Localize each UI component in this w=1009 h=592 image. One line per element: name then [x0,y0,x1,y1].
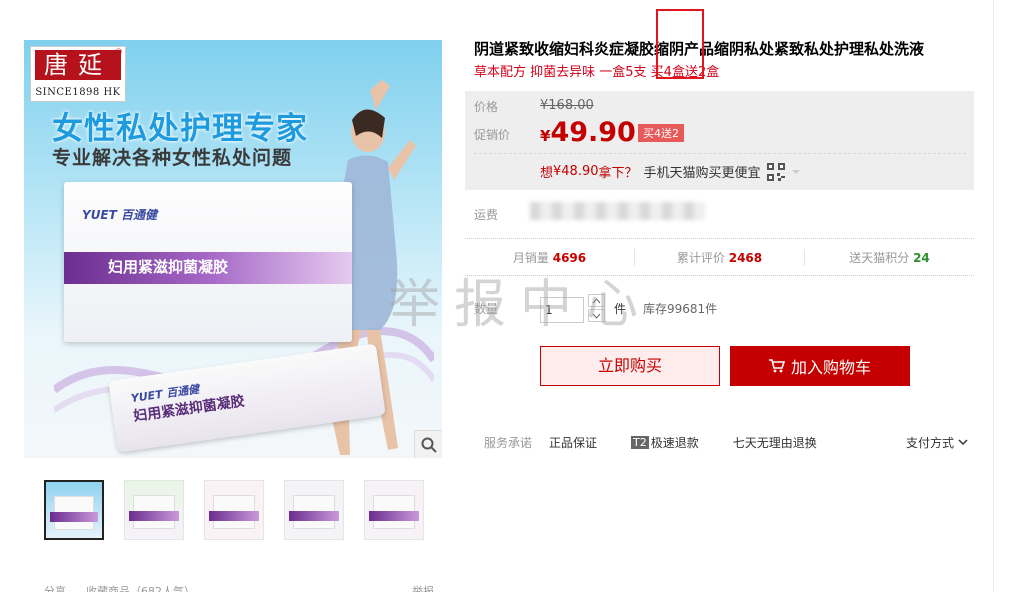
report-link[interactable]: 举报 [412,583,434,592]
box-brand-text: YUET 百通健 [82,208,157,222]
thumbnail-list [44,480,424,540]
price-divider [474,153,966,154]
share-link[interactable]: 分享 [44,583,66,592]
search-icon [421,437,437,453]
payment-methods-dropdown[interactable]: 支付方式 [906,434,968,451]
service-item-fast-refund[interactable]: T2 极速退款 [631,434,699,451]
page-edge-divider [993,0,994,592]
image-footer-links: 分享 收藏商品（682人气） 举报 [44,583,434,592]
shipping-label: 运费 [474,208,499,222]
box-title-text: 妇用紧滋抑菌凝胶 [108,258,229,276]
orig-price-label: 价格 [474,100,499,114]
thumbnail-5[interactable] [364,480,424,540]
add-to-cart-label: 加入购物车 [790,358,871,377]
red-annotation-box [656,9,704,79]
service-item-return[interactable]: 七天无理由退换 [733,434,817,451]
thumbnail-2[interactable] [124,480,184,540]
cart-icon [768,359,785,373]
app-promo-text: 手机天猫购买更便宜 [643,166,761,181]
currency-symbol: ¥ [540,127,551,145]
thumbnail-band [129,511,179,521]
app-promo[interactable]: 想 ¥48.90 拿下？ 手机天猫购买更便宜 [540,162,801,181]
app-promo-price: ¥48.90 [553,164,599,179]
promo-tag: 买4送2 [638,124,684,142]
tmall-points-value: 24 [913,250,930,265]
total-reviews[interactable]: 累计评价 2468 [635,248,805,266]
chevron-down-icon [958,439,968,446]
product-title: 阴道紧致收缩妇科炎症凝胶缩阴产品缩阴私处紧致私处护理私处洗液 [474,40,925,58]
original-price: ¥168.00 [540,98,594,113]
service-item-genuine[interactable]: 正品保证 [549,434,597,451]
fast-refund-label: 极速退款 [650,436,699,450]
image-subhead: 专业解决各种女性私处问题 [52,147,293,169]
app-promo-mid: 拿下？ [598,166,638,181]
tmall-points-label: 送天猫积分 [849,250,910,265]
qr-code-icon[interactable] [766,162,785,181]
favorite-link[interactable]: 收藏商品（682人气） [86,583,195,592]
total-reviews-label: 累计评价 [676,250,725,265]
service-promises: 服务承诺 正品保证 T2 极速退款 七天无理由退换 [484,434,851,451]
main-product-image[interactable]: 唐延 ® SINCE1898 HK 女性私处护理专家 专业解决各种女性私处问题 … [24,40,442,458]
stock-count: 库存99681件 [643,302,718,316]
buy-now-button[interactable]: 立即购买 [540,346,720,386]
promo-price: ¥49.90 [540,117,636,148]
report-center-watermark: 举报中心 [388,275,653,335]
thumbnail-band [369,511,419,521]
thumbnail-band [209,511,259,521]
promo-price-value: 49.90 [550,117,636,148]
brand-logo-since: SINCE1898 HK [35,87,121,98]
thumbnail-4[interactable] [284,480,344,540]
registered-mark: ® [114,48,123,58]
tmall-points: 送天猫积分 24 [805,249,974,266]
service-label: 服务承诺 [484,436,533,450]
total-reviews-value: 2468 [728,250,763,265]
shipping-info-redacted [530,202,705,220]
zoom-button[interactable] [414,430,442,458]
thumbnail-band [50,512,98,522]
brand-logo-text: 唐延 [35,50,121,80]
thumbnail-1[interactable] [44,480,104,540]
payment-methods-label: 支付方式 [906,436,955,450]
add-to-cart-button[interactable]: 加入购物车 [730,346,910,386]
product-box: YUET 百通健 妇用紧滋抑菌凝胶 [64,182,352,342]
t2-badge: T2 [631,436,649,449]
thumbnail-band [289,511,339,521]
thumbnail-3[interactable] [204,480,264,540]
brand-logo: 唐延 ® SINCE1898 HK [30,46,126,102]
chevron-down-icon[interactable] [791,168,801,176]
promo-price-label: 促销价 [474,128,511,142]
app-promo-prefix: 想 [540,166,554,181]
